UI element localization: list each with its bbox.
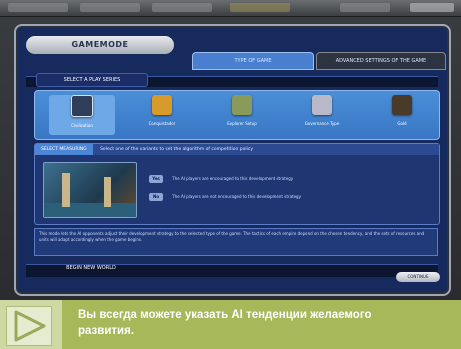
toolbar-segment[interactable] bbox=[340, 3, 390, 12]
gold-icon bbox=[392, 95, 412, 115]
option-text: The AI players are not encouraged to thi… bbox=[172, 194, 301, 199]
description-label: SELECT MEASURING bbox=[35, 144, 93, 155]
game-screenshot: GAMEMODE TYPE OF GAME ADVANCED SETTINGS … bbox=[0, 0, 461, 300]
mode-label: Conquistador bbox=[148, 121, 176, 126]
mode-gold[interactable]: Gold bbox=[369, 95, 435, 135]
mode-civilization[interactable]: Civilization bbox=[49, 95, 115, 135]
mode-selector: Civilization Conquistador Explorer Setup… bbox=[34, 90, 440, 140]
play-arrow-icon bbox=[14, 310, 46, 342]
option-yes[interactable]: Yes The AI players are encouraged to thi… bbox=[149, 174, 293, 184]
toolbar-segment[interactable] bbox=[8, 3, 68, 12]
preview-water bbox=[44, 203, 136, 217]
radio-yes[interactable]: Yes bbox=[149, 175, 163, 183]
description-text: Select one of the variants to set the al… bbox=[100, 147, 253, 152]
radio-no[interactable]: No bbox=[149, 193, 163, 201]
mode-label: Explorer Setup bbox=[227, 121, 257, 126]
window-title: GAMEMODE bbox=[26, 36, 174, 54]
caption-arrow-box bbox=[6, 306, 52, 346]
caption-text-box: Вы всегда можете указать AI тенденции же… bbox=[62, 300, 461, 349]
option-text: The AI players are encouraged to this de… bbox=[172, 176, 294, 181]
top-toolbar bbox=[0, 0, 461, 17]
mode-label: Governance Type bbox=[304, 121, 340, 126]
info-note: This mode lets the AI opponents adjust t… bbox=[34, 228, 438, 256]
toolbar-segment[interactable] bbox=[80, 3, 140, 12]
preview-column bbox=[62, 173, 70, 207]
tab-advanced-settings[interactable]: ADVANCED SETTINGS OF THE GAME bbox=[316, 52, 446, 70]
footer-label: BEGIN NEW WORLD bbox=[66, 265, 116, 271]
mode-explorer[interactable]: Explorer Setup bbox=[209, 95, 275, 135]
game-settings-window: GAMEMODE TYPE OF GAME ADVANCED SETTINGS … bbox=[14, 24, 451, 296]
description-panel: SELECT MEASURING Select one of the varia… bbox=[34, 143, 440, 225]
mode-conquistador[interactable]: Conquistador bbox=[129, 95, 195, 135]
governance-icon bbox=[312, 95, 332, 115]
conquistador-icon bbox=[152, 95, 172, 115]
mode-label: Civilization bbox=[71, 123, 93, 128]
toolbar-segment[interactable] bbox=[410, 3, 454, 12]
section-select-label: SELECT A PLAY SERIES bbox=[36, 73, 148, 87]
mode-label: Gold bbox=[397, 121, 407, 126]
mode-governance[interactable]: Governance Type bbox=[289, 95, 355, 135]
continue-button[interactable]: CONTINUE bbox=[396, 272, 440, 282]
description-header: SELECT MEASURING Select one of the varia… bbox=[35, 144, 439, 155]
preview-image bbox=[43, 162, 137, 218]
caption-text: Вы всегда можете указать AI тенденции же… bbox=[78, 309, 372, 337]
explorer-icon bbox=[232, 95, 252, 115]
toolbar-segment[interactable] bbox=[230, 3, 290, 12]
civilization-icon bbox=[71, 95, 93, 117]
toolbar-segment[interactable] bbox=[152, 3, 212, 12]
tab-game-type[interactable]: TYPE OF GAME bbox=[192, 52, 314, 70]
caption-bar: Вы всегда можете указать AI тенденции же… bbox=[0, 300, 461, 349]
option-no[interactable]: No The AI players are not encouraged to … bbox=[149, 192, 301, 202]
preview-column bbox=[104, 177, 111, 207]
